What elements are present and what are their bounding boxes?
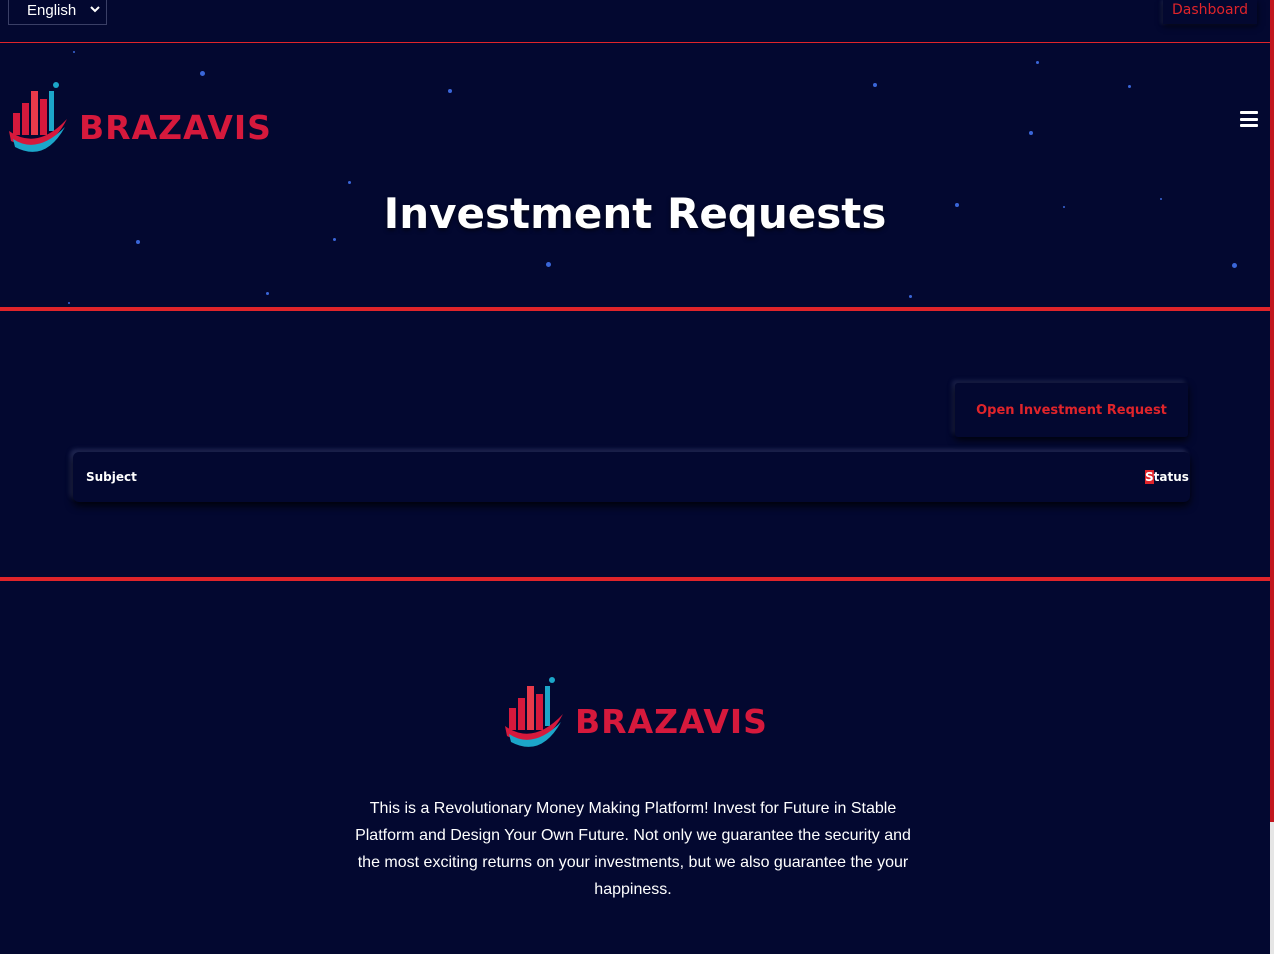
open-investment-request-button[interactable]: Open Investment Request [955, 383, 1188, 437]
footer-logo[interactable]: BRAZAVIS [503, 676, 768, 756]
requests-table-header: Subject Status [73, 452, 1190, 502]
header-logo-text: BRAZAVIS [79, 107, 272, 147]
page-title: Investment Requests [383, 189, 887, 238]
language-select-value: English [27, 2, 77, 19]
status-first-letter: S [1145, 470, 1154, 484]
footer-description: This is a Revolutionary Money Making Pla… [355, 800, 911, 898]
chevron-down-icon [90, 3, 100, 17]
language-select[interactable]: English [8, 0, 107, 25]
scrollbar-track[interactable] [1270, 0, 1274, 954]
page: English Dashboard BRAZAVIS Investment Re… [0, 0, 1270, 954]
hamburger-menu-icon[interactable] [1240, 111, 1258, 127]
scrollbar-thumb[interactable] [1270, 822, 1274, 954]
header-logo[interactable]: BRAZAVIS [7, 81, 272, 161]
brand-logo-icon [9, 82, 67, 152]
brand-logo-icon [505, 677, 563, 747]
column-header-subject[interactable]: Subject [86, 470, 137, 484]
column-header-status[interactable]: Status [1145, 470, 1189, 484]
dashboard-button[interactable]: Dashboard [1163, 0, 1257, 24]
hero-section: BRAZAVIS Investment Requests [0, 43, 1270, 307]
footer-divider [0, 577, 1270, 581]
section-divider [0, 307, 1270, 311]
top-bar: English Dashboard [0, 0, 1270, 43]
footer-logo-text: BRAZAVIS [575, 701, 768, 741]
